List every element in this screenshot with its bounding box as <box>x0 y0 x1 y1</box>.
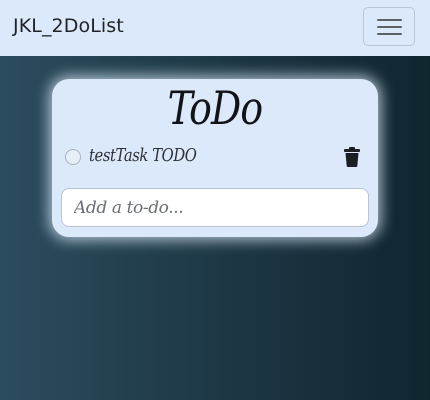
navbar-toggle-button[interactable] <box>363 7 415 46</box>
add-todo-input[interactable] <box>61 188 369 227</box>
hamburger-menu-icon-bar <box>377 26 402 28</box>
card-title: ToDo <box>167 81 263 135</box>
todo-card: ToDo testTask TODO <box>52 79 378 237</box>
navbar-brand[interactable]: JKL_2DoList <box>13 15 124 37</box>
circle-radio-icon[interactable] <box>65 149 81 165</box>
hamburger-menu-icon <box>377 19 402 21</box>
todo-item-text: testTask TODO <box>89 145 197 166</box>
todo-item: testTask TODO <box>65 145 365 171</box>
navbar: JKL_2DoList <box>0 0 430 56</box>
trash-icon[interactable] <box>344 147 360 167</box>
hamburger-menu-icon-bar <box>377 33 402 35</box>
